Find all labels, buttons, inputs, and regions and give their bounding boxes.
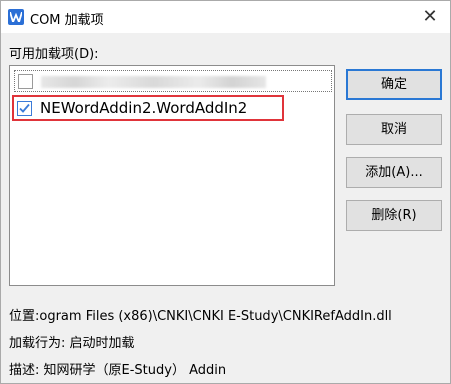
com-addins-dialog: COM 加载项 ✕ 可用加载项(D): NEWordAddin2.WordAdd… xyxy=(0,0,451,384)
cancel-button[interactable]: 取消 xyxy=(346,114,442,145)
addin-checkbox[interactable] xyxy=(18,74,33,89)
addin-item[interactable] xyxy=(14,70,332,92)
available-addins-label: 可用加载项(D): xyxy=(9,47,99,62)
description-text: 描述: 知网研学（原E-Study） Addin xyxy=(9,363,227,378)
highlight-box xyxy=(12,95,284,121)
add-button[interactable]: 添加(A)... xyxy=(346,157,442,188)
redacted-addin-name xyxy=(41,76,266,88)
window-title: COM 加载项 xyxy=(30,13,104,28)
close-icon[interactable]: ✕ xyxy=(418,5,442,29)
addins-listbox[interactable]: NEWordAddin2.WordAddIn2 xyxy=(9,65,335,286)
remove-button[interactable]: 删除(R) xyxy=(346,200,442,231)
load-behavior-text: 加载行为: 启动时加载 xyxy=(9,336,135,351)
ok-button[interactable]: 确定 xyxy=(346,69,442,100)
location-text: 位置:ogram Files (x86)\CNKI\CNKI E-Study\C… xyxy=(9,309,392,324)
wps-writer-icon xyxy=(8,9,24,25)
title-bar: COM 加载项 ✕ xyxy=(1,1,450,33)
